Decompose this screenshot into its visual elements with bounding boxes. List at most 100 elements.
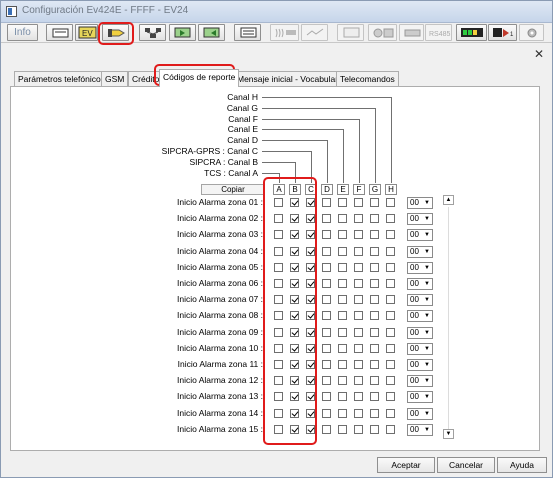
channel-checkbox-h[interactable] bbox=[386, 214, 395, 224]
cancel-button[interactable]: Cancelar bbox=[437, 457, 495, 473]
channel-checkbox-f[interactable] bbox=[354, 408, 363, 418]
chevron-down-icon[interactable]: ▼ bbox=[423, 329, 431, 337]
code-select[interactable]: 00 ▼ bbox=[407, 375, 433, 388]
chevron-down-icon[interactable]: ▼ bbox=[423, 280, 431, 288]
channel-checkbox-g[interactable] bbox=[370, 343, 379, 353]
channel-checkbox-f[interactable] bbox=[354, 198, 363, 207]
channel-checkbox-a[interactable] bbox=[274, 198, 283, 207]
channel-checkbox-g[interactable] bbox=[370, 198, 379, 207]
channel-checkbox-d[interactable] bbox=[322, 295, 331, 305]
chevron-down-icon[interactable]: ▼ bbox=[423, 393, 431, 401]
help-button[interactable]: Ayuda bbox=[497, 457, 547, 473]
channel-checkbox-h[interactable] bbox=[386, 311, 395, 321]
channel-checkbox-h[interactable] bbox=[386, 392, 395, 402]
tab-telecomandos[interactable]: Telecomandos bbox=[336, 71, 399, 86]
chevron-down-icon[interactable]: ▼ bbox=[423, 345, 431, 353]
chevron-down-icon[interactable]: ▼ bbox=[423, 377, 431, 385]
channel-checkbox-d[interactable] bbox=[322, 408, 331, 418]
code-select[interactable]: 00 ▼ bbox=[407, 423, 433, 436]
channel-checkbox-d[interactable] bbox=[322, 343, 331, 353]
channel-checkbox-h[interactable] bbox=[386, 424, 395, 434]
code-select[interactable]: 00 ▼ bbox=[407, 359, 433, 371]
channel-checkbox-f[interactable] bbox=[354, 424, 363, 434]
channel-checkbox-g[interactable] bbox=[370, 279, 379, 288]
channel-checkbox-g[interactable] bbox=[370, 295, 379, 305]
channel-checkbox-h[interactable] bbox=[386, 343, 395, 353]
channel-checkbox-e[interactable] bbox=[338, 262, 347, 272]
channel-checkbox-f[interactable] bbox=[354, 214, 363, 224]
chevron-down-icon[interactable]: ▼ bbox=[423, 248, 431, 256]
column-header[interactable]: D bbox=[321, 184, 333, 195]
printer-button[interactable] bbox=[399, 24, 424, 41]
channel-checkbox-b[interactable] bbox=[290, 360, 299, 369]
channel-checkbox-e[interactable] bbox=[338, 392, 347, 402]
chevron-down-icon[interactable]: ▼ bbox=[423, 231, 431, 239]
channel-checkbox-d[interactable] bbox=[322, 214, 331, 224]
card-button[interactable] bbox=[46, 24, 73, 41]
channel-checkbox-h[interactable] bbox=[386, 376, 395, 386]
channel-checkbox-h[interactable] bbox=[386, 279, 395, 288]
channel-checkbox-f[interactable] bbox=[354, 279, 363, 288]
ev-button[interactable]: EV bbox=[75, 24, 98, 41]
column-header[interactable]: C bbox=[305, 184, 317, 195]
channel-checkbox-g[interactable] bbox=[370, 214, 379, 224]
code-select[interactable]: 00 ▼ bbox=[407, 278, 433, 290]
channel-checkbox-d[interactable] bbox=[322, 392, 331, 402]
channel-checkbox-c[interactable] bbox=[306, 295, 315, 305]
channel-checkbox-a[interactable] bbox=[274, 424, 283, 434]
form-button[interactable] bbox=[234, 24, 261, 41]
channel-checkbox-b[interactable] bbox=[290, 279, 299, 288]
copy-button[interactable]: Copiar bbox=[201, 184, 265, 195]
channel-checkbox-c[interactable] bbox=[306, 311, 315, 321]
channel-checkbox-b[interactable] bbox=[290, 311, 299, 321]
channel-checkbox-a[interactable] bbox=[274, 392, 283, 402]
channel-checkbox-b[interactable] bbox=[290, 327, 299, 337]
channel-checkbox-d[interactable] bbox=[322, 262, 331, 272]
close-icon[interactable]: ✕ bbox=[534, 47, 544, 61]
channel-checkbox-h[interactable] bbox=[386, 295, 395, 305]
channel-checkbox-f[interactable] bbox=[354, 360, 363, 369]
channel-checkbox-e[interactable] bbox=[338, 311, 347, 321]
chevron-down-icon[interactable]: ▼ bbox=[423, 426, 431, 434]
panel-button[interactable] bbox=[337, 24, 364, 41]
channel-checkbox-d[interactable] bbox=[322, 327, 331, 337]
channel-checkbox-a[interactable] bbox=[274, 408, 283, 418]
chevron-down-icon[interactable]: ▼ bbox=[423, 312, 431, 320]
channel-checkbox-b[interactable] bbox=[290, 408, 299, 418]
channel-checkbox-g[interactable] bbox=[370, 311, 379, 321]
channel-checkbox-e[interactable] bbox=[338, 246, 347, 256]
tab-gsm[interactable]: GSM bbox=[101, 71, 129, 86]
channel-checkbox-c[interactable] bbox=[306, 214, 315, 224]
channel-checkbox-a[interactable] bbox=[274, 295, 283, 305]
channel-checkbox-c[interactable] bbox=[306, 198, 315, 207]
network-button[interactable] bbox=[139, 24, 166, 41]
channel-checkbox-c[interactable] bbox=[306, 343, 315, 353]
channel-checkbox-e[interactable] bbox=[338, 408, 347, 418]
channel-checkbox-f[interactable] bbox=[354, 343, 363, 353]
channel-checkbox-b[interactable] bbox=[290, 343, 299, 353]
code-select[interactable]: 00 ▼ bbox=[407, 261, 433, 274]
channel-checkbox-e[interactable] bbox=[338, 295, 347, 305]
channel-checkbox-d[interactable] bbox=[322, 279, 331, 288]
chart-button[interactable] bbox=[301, 24, 328, 41]
channel-checkbox-b[interactable] bbox=[290, 230, 299, 240]
channel-checkbox-g[interactable] bbox=[370, 327, 379, 337]
channel-checkbox-b[interactable] bbox=[290, 214, 299, 224]
channel-checkbox-b[interactable] bbox=[290, 246, 299, 256]
chevron-down-icon[interactable]: ▼ bbox=[423, 199, 431, 207]
channel-checkbox-g[interactable] bbox=[370, 360, 379, 369]
level-meter-button[interactable] bbox=[456, 24, 487, 41]
channel-checkbox-a[interactable] bbox=[274, 279, 283, 288]
channel-checkbox-b[interactable] bbox=[290, 198, 299, 207]
channel-checkbox-g[interactable] bbox=[370, 262, 379, 272]
column-header[interactable]: H bbox=[385, 184, 397, 195]
info-button[interactable]: Info bbox=[7, 24, 38, 41]
chevron-down-icon[interactable]: ▼ bbox=[423, 361, 431, 369]
channel-checkbox-a[interactable] bbox=[274, 327, 283, 337]
accept-button[interactable]: Aceptar bbox=[377, 457, 435, 473]
code-select[interactable]: 00 ▼ bbox=[407, 310, 433, 323]
channel-checkbox-e[interactable] bbox=[338, 360, 347, 369]
column-header[interactable]: F bbox=[353, 184, 365, 195]
channel-checkbox-c[interactable] bbox=[306, 392, 315, 402]
channel-checkbox-a[interactable] bbox=[274, 376, 283, 386]
